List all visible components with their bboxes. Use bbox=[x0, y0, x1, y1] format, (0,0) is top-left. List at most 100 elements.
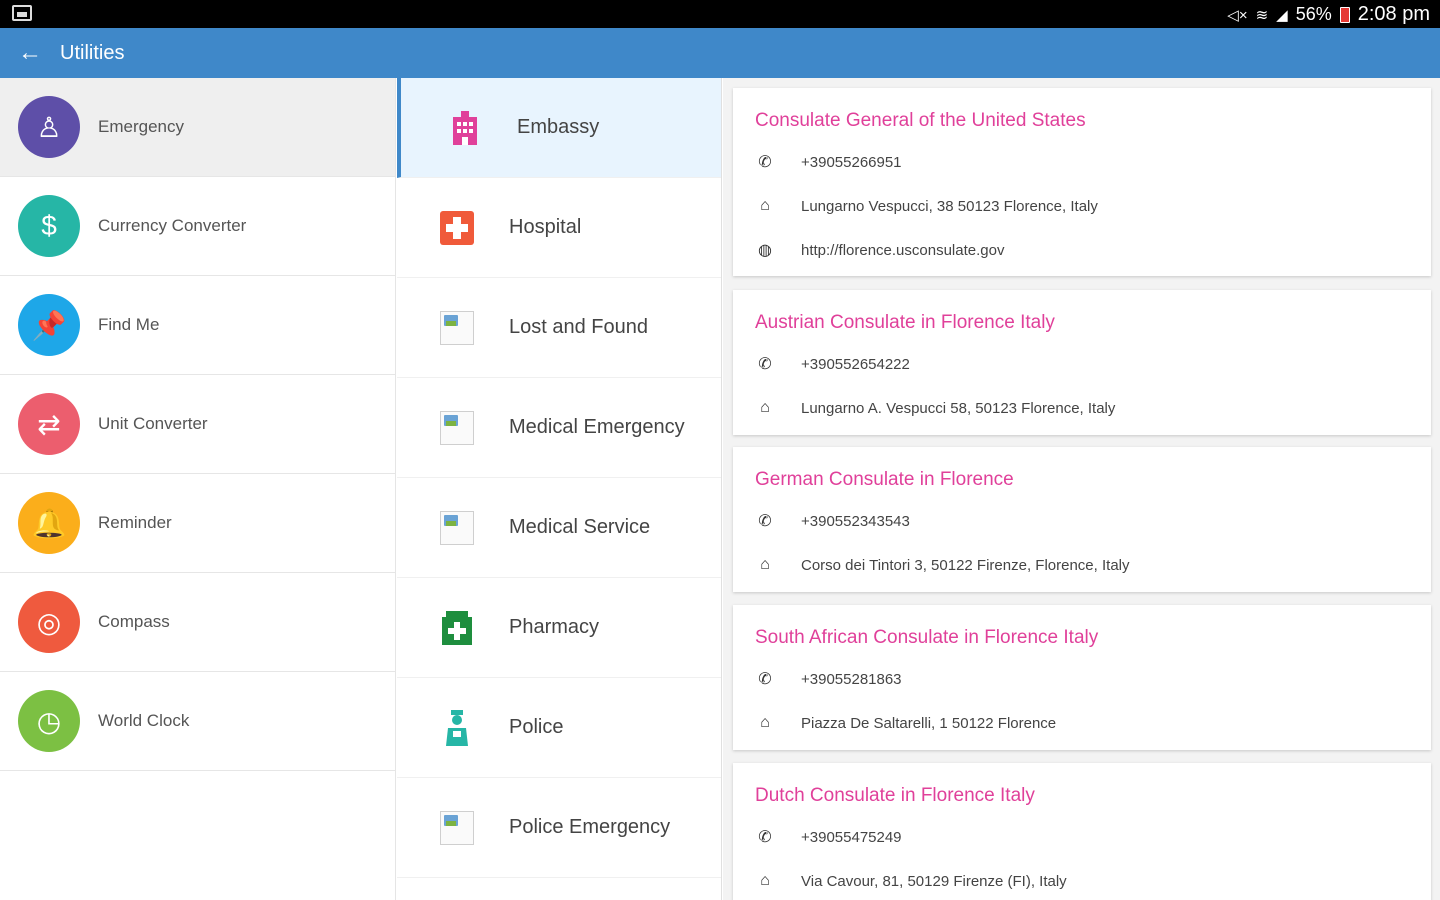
mute-icon: ◁× bbox=[1227, 6, 1248, 24]
battery-icon bbox=[1339, 6, 1350, 23]
consulate-phone: +39055266951 bbox=[801, 153, 902, 171]
consulate-address-row: ⌂ Corso dei Tintori 3, 50122 Firenze, Flo… bbox=[755, 543, 1409, 587]
consulate-phone: +390552343543 bbox=[801, 512, 910, 530]
menu-item-world-clock[interactable]: ◷ World Clock bbox=[0, 672, 395, 771]
menu-item-find-me[interactable]: 📌 Find Me bbox=[0, 276, 395, 375]
consulate-name: Dutch Consulate in Florence Italy bbox=[755, 785, 1035, 806]
category-police-emergency[interactable]: Police Emergency bbox=[397, 778, 721, 878]
currency-exchange-icon: $ bbox=[18, 195, 80, 257]
menu-item-compass[interactable]: ◎ Compass bbox=[0, 573, 395, 672]
category-pharmacy[interactable]: Pharmacy bbox=[397, 578, 721, 678]
consulate-address: Piazza De Saltarelli, 1 50122 Florence bbox=[801, 714, 1057, 732]
consulate-address-row: ⌂ Via Cavour, 81, 50129 Firenze (FI), Ita… bbox=[755, 859, 1409, 900]
consulate-address: Via Cavour, 81, 50129 Firenze (FI), Ital… bbox=[801, 872, 1067, 890]
category-label: Hospital bbox=[509, 216, 582, 238]
menu-item-label: Compass bbox=[98, 612, 170, 631]
category-hospital[interactable]: Hospital bbox=[397, 178, 721, 278]
category-label: Lost and Found bbox=[509, 316, 648, 338]
category-embassy[interactable]: Embassy bbox=[397, 78, 721, 178]
consulate-phone-row[interactable]: ✆ +39055475249 bbox=[755, 815, 1409, 859]
swap-arrows-icon: ⇄ bbox=[18, 393, 80, 455]
category-label: Police bbox=[509, 716, 564, 738]
consulate-card[interactable]: Consulate General of the United States ✆ +… bbox=[733, 88, 1431, 276]
category-lost-and-found[interactable]: Lost and Found bbox=[397, 278, 721, 378]
hospital-cross-icon bbox=[439, 210, 475, 246]
consulate-card[interactable]: German Consulate in Florence ✆ +3905523435… bbox=[733, 447, 1431, 592]
globe-icon: ◍ bbox=[758, 242, 772, 259]
phone-icon: ✆ bbox=[758, 356, 772, 373]
utilities-menu: ♙ Emergency $ Currency Converter 📌 Find Me ⇄ Un… bbox=[0, 78, 396, 900]
consulate-address: Corso dei Tintori 3, 50122 Firenze, Flor… bbox=[801, 556, 1130, 574]
menu-item-label: Reminder bbox=[98, 513, 172, 532]
menu-item-emergency[interactable]: ♙ Emergency bbox=[0, 78, 395, 177]
menu-item-unit-converter[interactable]: ⇄ Unit Converter bbox=[0, 375, 395, 474]
emergency-categories: Embassy Hospital Lost and Found Medical Eme… bbox=[397, 78, 722, 900]
clock-icon: ◷ bbox=[18, 690, 80, 752]
clock-time: 2:08 pm bbox=[1357, 3, 1430, 25]
gallery-notification-icon bbox=[12, 5, 32, 21]
home-icon: ⌂ bbox=[760, 197, 770, 214]
consulate-phone-row[interactable]: ✆ +39055281863 bbox=[755, 657, 1409, 701]
lifebuoy-person-icon: ♙ bbox=[18, 96, 80, 158]
phone-icon: ✆ bbox=[758, 513, 772, 530]
pin-icon: 📌 bbox=[18, 294, 80, 356]
category-label: Embassy bbox=[517, 116, 600, 138]
menu-item-label: Emergency bbox=[98, 117, 184, 136]
consulate-name: South African Consulate in Florence Ital… bbox=[755, 627, 1099, 648]
status-icons: ◁× ≋ ◢ 56% 2:08 pm bbox=[1227, 3, 1430, 26]
menu-item-label: Currency Converter bbox=[98, 216, 247, 235]
menu-item-label: World Clock bbox=[98, 711, 190, 730]
compass-icon: ◎ bbox=[18, 591, 80, 653]
consulate-address: Lungarno Vespucci, 38 50123 Florence, It… bbox=[801, 197, 1098, 215]
menu-item-label: Unit Converter bbox=[98, 414, 208, 433]
wifi-icon: ≋ bbox=[1255, 6, 1269, 24]
consulate-phone-row[interactable]: ✆ +390552343543 bbox=[755, 499, 1409, 543]
consulate-phone: +390552654222 bbox=[801, 355, 910, 373]
consulate-name: German Consulate in Florence bbox=[755, 469, 1014, 490]
app-bar: ← Utilities bbox=[0, 28, 1440, 78]
broken-image-icon bbox=[439, 410, 475, 446]
signal-icon: ◢ bbox=[1276, 6, 1288, 24]
broken-image-icon bbox=[439, 310, 475, 346]
consulate-website-row[interactable]: ◍ http://florence.usconsulate.gov bbox=[755, 228, 1409, 272]
consulate-address-row: ⌂ Lungarno Vespucci, 38 50123 Florence, I… bbox=[755, 184, 1409, 228]
broken-image-icon bbox=[439, 510, 475, 546]
consulate-phone-row[interactable]: ✆ +39055266951 bbox=[755, 140, 1409, 184]
consulate-card[interactable]: Dutch Consulate in Florence Italy ✆ +39055… bbox=[733, 763, 1431, 900]
back-arrow-icon[interactable]: ← bbox=[0, 28, 60, 78]
category-police[interactable]: Police bbox=[397, 678, 721, 778]
consulate-card[interactable]: Austrian Consulate in Florence Italy ✆ +39… bbox=[733, 290, 1431, 435]
home-icon: ⌂ bbox=[760, 399, 770, 416]
menu-item-label: Find Me bbox=[98, 315, 160, 334]
consulate-phone: +39055475249 bbox=[801, 828, 902, 846]
consulate-website: http://florence.usconsulate.gov bbox=[801, 241, 1005, 259]
category-label: Pharmacy bbox=[509, 616, 600, 638]
home-icon: ⌂ bbox=[760, 556, 770, 573]
category-medical-emergency[interactable]: Medical Emergency bbox=[397, 378, 721, 478]
phone-icon: ✆ bbox=[758, 154, 772, 171]
consulate-address: Lungarno A. Vespucci 58, 50123 Florence,… bbox=[801, 399, 1116, 417]
category-label: Medical Service bbox=[509, 516, 651, 538]
broken-image-icon bbox=[439, 810, 475, 846]
home-icon: ⌂ bbox=[760, 714, 770, 731]
menu-item-currency-converter[interactable]: $ Currency Converter bbox=[0, 177, 395, 276]
police-officer-icon bbox=[439, 709, 475, 746]
status-bar: ◁× ≋ ◢ 56% 2:08 pm bbox=[0, 0, 1440, 28]
consulate-phone: +39055281863 bbox=[801, 670, 902, 688]
category-label: Medical Emergency bbox=[509, 416, 685, 438]
phone-icon: ✆ bbox=[758, 829, 772, 846]
menu-item-reminder[interactable]: 🔔 Reminder bbox=[0, 474, 395, 573]
category-label: Police Emergency bbox=[509, 816, 671, 838]
embassy-list: Consulate General of the United States ✆ +… bbox=[723, 78, 1440, 900]
consulate-address-row: ⌂ Lungarno A. Vespucci 58, 50123 Florence… bbox=[755, 386, 1409, 430]
battery-percent: 56% bbox=[1295, 4, 1332, 24]
phone-icon: ✆ bbox=[758, 671, 772, 688]
consulate-name: Consulate General of the United States bbox=[755, 110, 1086, 131]
consulate-name: Austrian Consulate in Florence Italy bbox=[755, 312, 1055, 333]
consulate-card[interactable]: South African Consulate in Florence Ital… bbox=[733, 605, 1431, 750]
consulate-phone-row[interactable]: ✆ +390552654222 bbox=[755, 342, 1409, 386]
page-title: Utilities bbox=[60, 41, 125, 64]
building-icon bbox=[447, 110, 483, 146]
category-medical-service[interactable]: Medical Service bbox=[397, 478, 721, 578]
home-icon: ⌂ bbox=[760, 872, 770, 889]
